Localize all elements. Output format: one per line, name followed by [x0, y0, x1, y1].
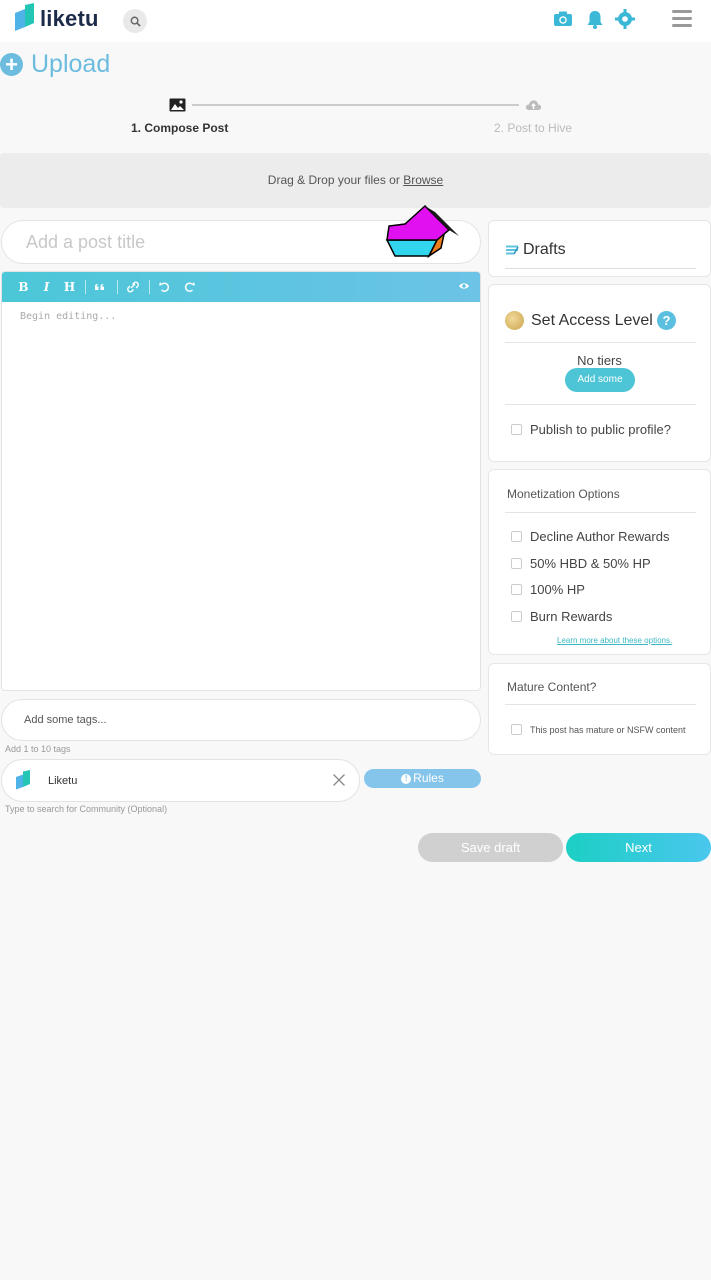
access-level-card: Set Access Level ? No tiers Add some Pub…: [488, 284, 711, 462]
editor-placeholder: Begin editing...: [20, 311, 117, 322]
preview-eye-icon[interactable]: [458, 281, 470, 291]
learn-more-link[interactable]: Learn more about these options.: [557, 636, 672, 645]
access-level-title-text: Set Access Level: [531, 311, 653, 329]
quote-icon[interactable]: [90, 281, 113, 293]
upload-arrow-icon: [385, 204, 459, 259]
liketu-community-icon: [16, 770, 30, 790]
mature-content-title: Mature Content?: [507, 680, 597, 694]
bold-button[interactable]: B: [12, 280, 35, 294]
checkbox[interactable]: [511, 531, 522, 542]
liketu-logo-icon: [15, 3, 34, 31]
step-post-to-hive: 2. Post to Hive: [494, 121, 573, 135]
drafts-title: Drafts: [505, 241, 566, 259]
search-button[interactable]: [123, 9, 147, 33]
info-icon: !: [401, 773, 412, 784]
monetization-card: Monetization Options Decline Author Rewa…: [488, 469, 711, 655]
toolbar-divider: [149, 280, 150, 294]
brand-logo[interactable]: liketu: [13, 3, 99, 35]
page-title: + Upload: [0, 50, 110, 79]
mature-content-option[interactable]: This post has mature or NSFW content: [511, 724, 686, 735]
cloud-upload-icon: [525, 100, 542, 110]
monetization-option[interactable]: 100% HP: [511, 582, 585, 597]
file-dropzone[interactable]: Drag & Drop your files or Browse: [0, 153, 711, 208]
toolbar-divider: [85, 280, 86, 294]
monetization-option-label: 50% HBD & 50% HP: [530, 556, 651, 571]
close-icon[interactable]: [332, 773, 346, 787]
save-draft-button[interactable]: Save draft: [418, 833, 563, 862]
monetization-option-label: Decline Author Rewards: [530, 529, 670, 544]
monetization-option[interactable]: 50% HBD & 50% HP: [511, 556, 651, 571]
monetization-title: Monetization Options: [507, 487, 620, 501]
checkbox[interactable]: [511, 724, 522, 735]
top-header: liketu: [0, 0, 711, 42]
toolbar-divider: [117, 280, 118, 294]
checkbox[interactable]: [511, 424, 522, 435]
divider: [505, 404, 696, 405]
monetization-option-label: 100% HP: [530, 582, 585, 597]
menu-icon[interactable]: [672, 10, 692, 28]
community-name: Liketu: [48, 775, 78, 787]
no-tiers-text: No tiers: [577, 353, 622, 368]
divider: [505, 342, 696, 343]
settings-icon[interactable]: [614, 8, 636, 30]
search-icon: [130, 16, 141, 27]
drafts-icon: [506, 245, 519, 255]
camera-icon[interactable]: [552, 8, 574, 30]
image-icon: [169, 98, 186, 112]
checkbox[interactable]: [511, 584, 522, 595]
drafts-title-text: Drafts: [523, 241, 566, 258]
redo-icon[interactable]: [177, 281, 200, 293]
rules-button[interactable]: ! Rules: [364, 769, 481, 788]
add-tiers-button[interactable]: Add some: [565, 368, 635, 392]
mature-content-card: Mature Content? This post has mature or …: [488, 663, 711, 755]
help-icon[interactable]: ?: [657, 311, 676, 330]
undo-icon[interactable]: [154, 281, 177, 293]
divider: [505, 268, 696, 269]
heading-button[interactable]: H: [58, 280, 81, 294]
brand-name: liketu: [40, 6, 99, 31]
monetization-option[interactable]: Decline Author Rewards: [511, 529, 669, 544]
divider: [505, 512, 696, 513]
publish-public-label: Publish to public profile?: [530, 422, 671, 437]
step-compose-post: 1. Compose Post: [131, 121, 229, 135]
dropzone-text: Drag & Drop your files or: [267, 173, 404, 187]
next-button[interactable]: Next: [566, 833, 711, 862]
checkbox[interactable]: [511, 558, 522, 569]
post-body-editor[interactable]: B I H Begin editing...: [1, 271, 481, 691]
community-select[interactable]: Liketu: [1, 759, 360, 802]
mature-content-label: This post has mature or NSFW content: [530, 724, 686, 735]
checkbox[interactable]: [511, 611, 522, 622]
editor-toolbar: B I H: [2, 272, 480, 302]
drafts-card[interactable]: Drafts: [488, 220, 711, 277]
page-title-text: Upload: [31, 50, 111, 78]
italic-button[interactable]: I: [35, 280, 58, 294]
monetization-option[interactable]: Burn Rewards: [511, 609, 612, 624]
bell-icon[interactable]: [584, 8, 606, 30]
divider: [505, 704, 696, 705]
link-icon[interactable]: [122, 281, 145, 293]
coin-icon: [505, 311, 524, 330]
tags-help-text: Add 1 to 10 tags: [5, 744, 71, 754]
publish-public-option[interactable]: Publish to public profile?: [511, 422, 671, 437]
browse-link[interactable]: Browse: [403, 173, 443, 187]
access-level-title: Set Access Level: [505, 311, 653, 330]
rules-label: Rules: [413, 771, 444, 785]
tags-input[interactable]: Add some tags...: [1, 699, 481, 741]
community-help-text: Type to search for Community (Optional): [5, 804, 168, 814]
plus-circle-icon: +: [0, 53, 23, 76]
monetization-option-label: Burn Rewards: [530, 609, 613, 624]
stepper-line: [192, 104, 519, 106]
